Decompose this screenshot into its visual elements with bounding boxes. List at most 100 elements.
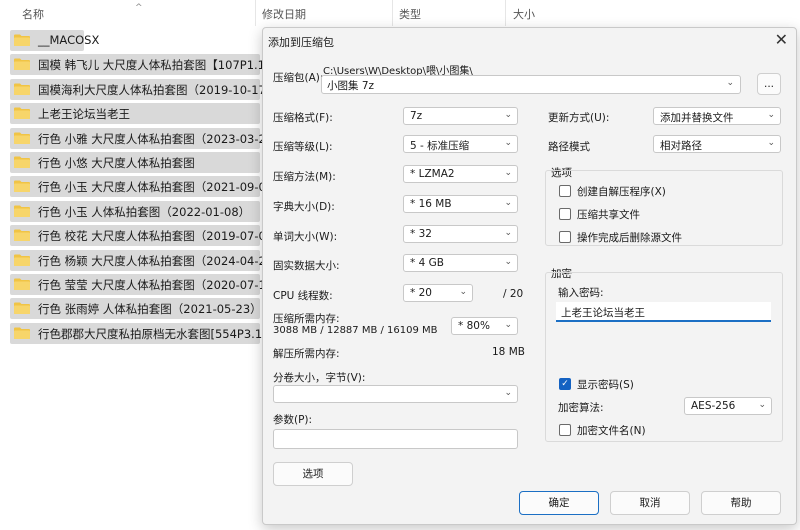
browse-button[interactable]: ... — [757, 73, 781, 95]
level-select[interactable]: 5 - 标准压缩 ⌄ — [403, 135, 518, 153]
folder-icon — [14, 34, 30, 46]
file-name: 行色 小玉 人体私拍套图（2022-01-08） — [38, 204, 251, 219]
mem-decompress-value: 18 MB — [492, 346, 525, 358]
options-group: 创建自解压程序(X) 压缩共享文件 操作完成后删除源文件 — [545, 170, 783, 246]
solid-select[interactable]: * 4 GB ⌄ — [403, 254, 518, 272]
chevron-down-icon: ⌄ — [504, 388, 512, 398]
path-mode-select[interactable]: 相对路径 ⌄ — [653, 135, 781, 153]
update-value: 添加并替换文件 — [660, 112, 734, 124]
chevron-down-icon: ⌄ — [504, 320, 512, 330]
file-row[interactable]: 国模海利大尺度人体私拍套图（2019-10-17） — [10, 78, 277, 100]
mem-compress-select[interactable]: * 80% ⌄ — [451, 317, 518, 335]
column-separator[interactable] — [255, 0, 256, 26]
chevron-down-icon[interactable]: ⌄ — [726, 78, 734, 88]
chevron-down-icon: ⌄ — [758, 400, 766, 410]
sfx-checkbox[interactable] — [559, 185, 571, 197]
column-name[interactable]: 名称 — [22, 6, 44, 22]
delete-after-label: 操作完成后删除源文件 — [577, 232, 682, 244]
threads-select[interactable]: * 20 ⌄ — [403, 284, 473, 302]
file-name: 行色 杨颖 大尺度人体私拍套图（2024-04-24） — [38, 253, 285, 268]
enc-method-select[interactable]: AES-256 ⌄ — [684, 397, 772, 415]
archive-name-value: 小图集 7z — [327, 80, 375, 92]
shared-label: 压缩共享文件 — [577, 209, 640, 221]
folder-icon — [14, 254, 30, 266]
dialog-title: 添加到压缩包 — [268, 36, 334, 49]
solid-value: * 4 GB — [410, 257, 444, 269]
word-label: 单词大小(W): — [273, 231, 338, 243]
file-name: 行色郡郡大尺度私拍原档无水套图[554P3.1G] — [38, 326, 276, 341]
chevron-down-icon: ⌄ — [504, 228, 512, 238]
mem-compress-detail: 3088 MB / 12887 MB / 16109 MB — [273, 325, 438, 336]
folder-icon — [14, 58, 30, 71]
threads-label: CPU 线程数: — [273, 290, 333, 302]
file-name: 行色 校花 大尺度人体私拍套图（2019-07-03） — [38, 229, 285, 244]
file-row[interactable]: 行色 张雨婷 人体私拍套图（2021-05-23） — [10, 298, 262, 320]
dict-select[interactable]: * 16 MB ⌄ — [403, 195, 518, 213]
mem-compress-label: 压缩所需内存: — [273, 313, 340, 325]
column-size[interactable]: 大小 — [513, 6, 535, 22]
enc-method-label: 加密算法: — [558, 402, 604, 414]
dict-label: 字典大小(D): — [273, 201, 335, 213]
column-separator[interactable] — [505, 0, 506, 26]
folder-icon — [14, 156, 30, 168]
ok-button[interactable]: 确定 — [519, 491, 599, 515]
sfx-label: 创建自解压程序(X) — [577, 186, 666, 198]
file-row[interactable]: __MACOSX — [10, 30, 99, 51]
level-label: 压缩等级(L): — [273, 141, 333, 153]
chevron-down-icon: ⌄ — [504, 198, 512, 208]
file-row[interactable]: 上老王论坛当老王 — [10, 103, 260, 125]
level-value: 5 - 标准压缩 — [410, 140, 470, 152]
password-input[interactable]: 上老王论坛当老王 — [556, 302, 771, 322]
folder-icon — [14, 302, 30, 315]
folder-icon — [14, 83, 30, 95]
params-input[interactable] — [273, 429, 518, 449]
folder-icon — [14, 278, 30, 290]
help-button[interactable]: 帮助 — [701, 491, 781, 515]
cancel-button[interactable]: 取消 — [610, 491, 690, 515]
folder-icon — [14, 180, 30, 193]
format-select[interactable]: 7z ⌄ — [403, 107, 518, 125]
encrypt-names-checkbox[interactable] — [559, 424, 571, 436]
split-label: 分卷大小，字节(V): — [273, 372, 366, 384]
word-select[interactable]: * 32 ⌄ — [403, 225, 518, 243]
delete-after-checkbox[interactable] — [559, 231, 571, 243]
file-row[interactable]: 行色 莹莹 大尺度人体私拍套图（2020-07-10） — [10, 274, 285, 295]
encryption-group: 输入密码: 上老王论坛当老王 ✓ 显示密码(S) 加密算法: AES-256 ⌄ … — [545, 272, 783, 442]
method-label: 压缩方法(M): — [273, 171, 336, 183]
close-icon[interactable]: ✕ — [775, 30, 788, 49]
solid-label: 固实数据大小: — [273, 260, 340, 272]
encrypt-names-label: 加密文件名(N) — [577, 425, 646, 437]
threads-value: * 20 — [410, 287, 432, 299]
show-password-checkbox[interactable]: ✓ — [559, 378, 571, 390]
chevron-down-icon: ⌄ — [504, 168, 512, 178]
options-button[interactable]: 选项 — [273, 462, 353, 486]
method-select[interactable]: * LZMA2 ⌄ — [403, 165, 518, 183]
chevron-down-icon: ⌄ — [767, 138, 775, 148]
file-row[interactable]: 行色 校花 大尺度人体私拍套图（2019-07-03） — [10, 225, 285, 247]
file-row[interactable]: 行色 小玉 人体私拍套图（2022-01-08） — [10, 200, 260, 222]
split-combo[interactable]: ⌄ — [273, 385, 518, 403]
folder-icon — [14, 107, 30, 120]
file-row[interactable]: 国模 韩飞儿 大尺度人体私拍套图【107P1.16G — [10, 54, 281, 76]
column-header: 名称 ^ 修改日期 类型 大小 — [0, 0, 585, 26]
archive-name-combo[interactable]: 小图集 7z ⌄ — [321, 75, 741, 94]
path-mode-value: 相对路径 — [660, 140, 702, 152]
method-value: * LZMA2 — [410, 168, 455, 180]
file-row[interactable]: 行色 小雅 大尺度人体私拍套图（2023-03-26） — [10, 127, 285, 149]
folder-icon — [14, 132, 30, 144]
format-label: 压缩格式(F): — [273, 112, 333, 124]
file-name: 行色 小悠 大尺度人体私拍套图 — [38, 156, 195, 170]
file-name: 行色 张雨婷 人体私拍套图（2021-05-23） — [38, 302, 262, 317]
file-row[interactable]: 行色 小玉 大尺度人体私拍套图（2021-09-02） — [10, 176, 285, 198]
column-type[interactable]: 类型 — [399, 6, 421, 22]
column-date[interactable]: 修改日期 — [262, 6, 306, 22]
shared-checkbox[interactable] — [559, 208, 571, 220]
file-row[interactable]: 行色郡郡大尺度私拍原档无水套图[554P3.1G] — [10, 322, 276, 344]
file-row[interactable]: 行色 杨颖 大尺度人体私拍套图（2024-04-24） — [10, 249, 285, 271]
column-separator[interactable] — [392, 0, 393, 26]
file-name: __MACOSX — [38, 33, 100, 47]
file-name: 国模 韩飞儿 大尺度人体私拍套图【107P1.16G — [38, 58, 282, 73]
mem-decompress-label: 解压所需内存: — [273, 348, 340, 360]
file-row[interactable]: 行色 小悠 大尺度人体私拍套图 — [10, 152, 260, 173]
update-select[interactable]: 添加并替换文件 ⌄ — [653, 107, 781, 125]
